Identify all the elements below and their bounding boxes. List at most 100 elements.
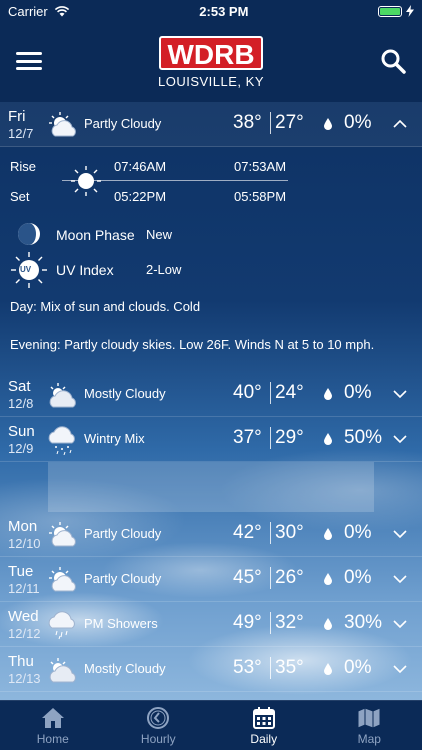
high-temp: 37° (233, 427, 262, 448)
location-label: LOUISVILLE, KY (158, 73, 264, 89)
precip-chance: 30% (344, 612, 383, 633)
showers-icon (48, 611, 75, 640)
mostly-cloudy-icon (49, 383, 76, 408)
low-temp: 26° (270, 567, 304, 589)
partly-cloudy-icon (49, 567, 76, 592)
condition-label: Wintry Mix (84, 431, 145, 446)
map-icon (357, 706, 381, 729)
day-row-mon[interactable]: Mon 12/10 Partly Cloudy 42° 30° 0% (0, 512, 422, 557)
moon-icon (208, 171, 218, 191)
day-row-tue[interactable]: Tue 12/11 Partly Cloudy 45° 26° 0% (0, 557, 422, 602)
precip-chance: 0% (344, 382, 372, 403)
uv-index-value: 2-Low (146, 262, 182, 277)
clock-time: 2:53 PM (199, 3, 249, 19)
condition-label: Partly Cloudy (84, 571, 162, 586)
day-date: 12/12 (8, 626, 41, 641)
day-row-fri[interactable]: Fri 12/7 Partly Cloudy 38° 27° 0% (0, 102, 422, 147)
sunset-time: 05:22PM (114, 189, 167, 204)
day-row-sat[interactable]: Sat 12/8 Mostly Cloudy 40° 24° 0% (0, 372, 422, 417)
partly-cloudy-icon (49, 522, 76, 547)
low-temp: 27° (270, 112, 304, 134)
battery-icon (378, 5, 402, 17)
uv-icon-text: UV (20, 265, 32, 274)
moon-phase-icon (18, 223, 40, 245)
hamburger-icon (16, 52, 42, 55)
day-name: Mon (8, 518, 38, 535)
set-label: Set (10, 189, 30, 204)
carrier-label: Carrier (8, 3, 48, 19)
wintry-mix-icon (48, 426, 75, 455)
low-temp: 24° (270, 382, 304, 404)
menu-button[interactable] (16, 52, 42, 70)
wdrb-logo: WDRB (159, 35, 263, 70)
chevron-down-icon[interactable] (392, 431, 408, 447)
high-temp: 38° (233, 112, 262, 133)
raindrop-icon (324, 573, 332, 585)
precip-chance: 0% (344, 112, 372, 133)
clock-icon (147, 706, 170, 729)
condition-label: Partly Cloudy (84, 116, 162, 131)
tab-label: Hourly (140, 731, 176, 746)
tab-label: Map (357, 731, 381, 746)
day-name: Sun (8, 423, 35, 440)
mostly-cloudy-icon (49, 658, 76, 683)
wifi-icon (54, 6, 69, 17)
day-name: Thu (8, 653, 34, 670)
day-name: Sat (8, 378, 31, 395)
day-date: 12/7 (8, 126, 34, 141)
day-date: 12/8 (8, 396, 34, 411)
tab-hourly[interactable]: Hourly (106, 701, 212, 750)
condition-label: Mostly Cloudy (84, 386, 166, 401)
precip-chance: 0% (344, 522, 372, 543)
day-name: Tue (8, 563, 34, 580)
day-name: Fri (8, 108, 26, 125)
day-row-sun[interactable]: Sun 12/9 Wintry Mix 37° 29° 50% (0, 417, 422, 462)
chevron-down-icon[interactable] (392, 616, 408, 632)
chevron-down-icon[interactable] (392, 571, 408, 587)
search-icon[interactable] (380, 48, 406, 74)
low-temp: 30° (270, 522, 304, 544)
precip-chance: 0% (344, 657, 372, 678)
chevron-down-icon[interactable] (392, 386, 408, 402)
high-temp: 40° (233, 382, 262, 403)
raindrop-icon (324, 118, 332, 130)
day-forecast-text: : Mix of sun and clouds. Cold (33, 299, 201, 314)
charging-icon (406, 5, 414, 17)
ad-placeholder[interactable] (48, 462, 374, 512)
condition-label: Mostly Cloudy (84, 661, 166, 676)
high-temp: 45° (233, 567, 262, 588)
day-date: 12/11 (8, 581, 40, 596)
moonrise-time: 07:53AM (234, 159, 287, 174)
tab-map[interactable]: Map (317, 701, 422, 750)
sunrise-time: 07:46AM (114, 159, 167, 174)
low-temp: 32° (270, 612, 304, 634)
day-row-thu[interactable]: Thu 12/13 Mostly Cloudy 53° 35° 0% (0, 647, 422, 692)
raindrop-icon (324, 663, 332, 675)
chevron-down-icon[interactable] (392, 661, 408, 677)
day-row-wed[interactable]: Wed 12/12 PM Showers 49° 32° 30% (0, 602, 422, 647)
partly-cloudy-icon (49, 112, 76, 137)
day-name: Wed (8, 608, 39, 625)
tab-label: Daily (250, 731, 278, 746)
tab-label: Home (36, 731, 69, 746)
raindrop-icon (324, 618, 332, 630)
precip-chance: 0% (344, 567, 372, 588)
precip-chance: 50% (344, 427, 383, 448)
tab-home[interactable]: Home (0, 701, 106, 750)
tab-daily[interactable]: Daily (211, 701, 317, 750)
day-date: 12/9 (8, 441, 34, 456)
calendar-icon (252, 706, 275, 729)
low-temp: 29° (270, 427, 304, 449)
condition-label: Partly Cloudy (84, 526, 162, 541)
raindrop-icon (324, 433, 332, 445)
status-bar: Carrier 2:53 PM (0, 0, 422, 22)
evening-forecast-text: : Partly cloudy skies. Low 26F. Winds N … (56, 337, 375, 352)
moonset-time: 05:58PM (234, 189, 287, 204)
evening-label: Evening (10, 337, 57, 352)
raindrop-icon (324, 528, 332, 540)
moon-phase-value: New (146, 227, 173, 242)
condition-label: PM Showers (84, 616, 158, 631)
chevron-down-icon[interactable] (392, 526, 408, 542)
chevron-up-icon[interactable] (392, 116, 408, 132)
high-temp: 49° (233, 612, 262, 633)
